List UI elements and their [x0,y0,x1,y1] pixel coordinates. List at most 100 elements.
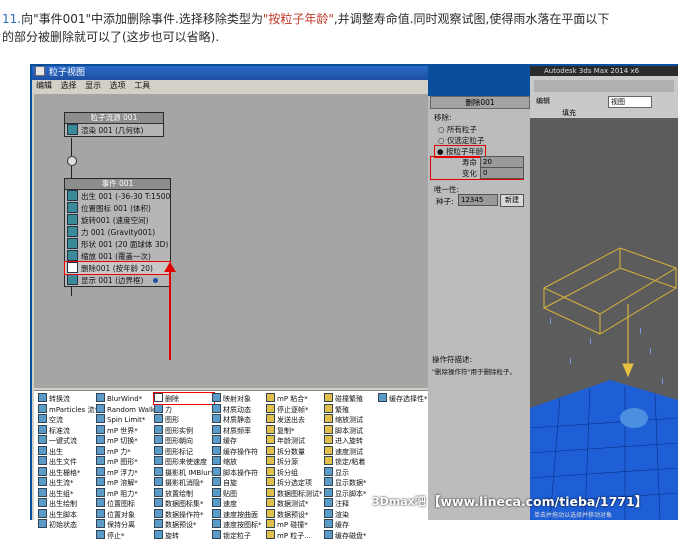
fill-tab[interactable]: 填充 [562,108,576,118]
event-row-delete[interactable]: 删除001 (按年龄 20) [64,261,171,275]
option-all-particles[interactable]: ○ 所有粒子 [438,124,477,135]
depot-item[interactable]: mParticles 流* [38,403,98,415]
depot-item[interactable]: 拆分源 [266,456,323,467]
depot-item[interactable]: 锁定粒子 [212,529,262,541]
depot-item[interactable]: 出生栅格* [38,466,98,478]
depot-item[interactable]: 停止逐帧* [266,403,323,415]
depot-item[interactable]: 旋转 [154,529,214,541]
depot-item[interactable]: 脚本操作符 [212,466,262,478]
depot-item[interactable]: 停止* [96,529,158,541]
depot-item[interactable]: 复制* [266,424,323,436]
event-row-position[interactable]: 位置图标 001 (体积) [65,202,170,214]
depot-item[interactable]: mP 世界* [96,424,158,436]
depot-item[interactable]: 材质静态 [212,414,262,425]
depot-item[interactable]: 材质动态 [212,403,262,415]
seed-spinner[interactable]: 12345 [458,194,498,206]
depot-item[interactable]: mP 阻力* [96,487,158,499]
depot-item[interactable]: 速度按曲面 [212,508,262,520]
depot-item[interactable]: mP 碰撞* [266,519,323,530]
depot-item[interactable]: mP 粒子... [266,529,323,541]
depot-item[interactable]: Random Walk* [96,403,158,415]
depot-item[interactable]: 出生流* [38,477,98,488]
depot-item[interactable]: 数据测试* [266,498,323,509]
depot-item[interactable]: 数据预设* [266,508,323,520]
depot-item[interactable]: 拆分选定项 [266,477,323,488]
event-row-rotation[interactable]: 旋转001 (速度空间) [65,214,170,226]
depot-item[interactable]: 图形实例 [154,424,214,436]
depot-item[interactable]: 缩放 [212,456,262,467]
viewport-scene[interactable]: 单击并拖动以选择并移动对象 [530,118,678,520]
depot-item[interactable]: BlurWind* [96,393,158,404]
menu-options[interactable]: 选项 [110,81,126,90]
depot-item[interactable]: 贴图 [212,487,262,499]
new-seed-button[interactable]: 新建 [500,194,524,207]
depot-item[interactable]: 数据预设* [154,519,214,530]
depot-item[interactable]: 摄影机 IMBlur* [154,466,214,478]
particle-view-titlebar[interactable]: 粒子视图 [32,66,428,80]
depot-item[interactable]: mP 浮力* [96,466,158,478]
depot-item[interactable]: 缓存磁盘* [324,529,367,541]
depot-item[interactable]: 摄影机消隐* [154,477,214,488]
depot-item[interactable]: 图形朝向 [154,435,214,446]
depot-item[interactable]: 标准流 [38,424,98,436]
depot-item[interactable]: 转换流 [38,393,98,404]
depot-item[interactable]: 注释 [324,498,367,509]
depot-item[interactable]: 年龄测试 [266,435,323,446]
depot-item[interactable]: mP 切换* [96,435,158,446]
source-node-row[interactable]: 渲染 001 (几何体) [65,124,163,136]
depot-item[interactable]: 锁定/粘着 [324,456,367,467]
menu-select[interactable]: 选择 [61,81,77,90]
depot-item[interactable]: 缓存选择性* [378,393,428,404]
depot-item[interactable]: 出生组* [38,487,98,499]
event-row-force[interactable]: 力 001 (Gravity001) [65,226,170,238]
depot-item[interactable]: 拆分数量 [266,445,323,457]
properties-header[interactable]: 删除001 [430,96,530,109]
event-row-scale[interactable]: 缩放 001 (覆盖一次) [65,250,170,262]
depot-item[interactable]: 繁殖 [324,403,367,415]
depot-item[interactable]: 显示脚本* [324,487,367,499]
depot-item[interactable]: 显示 [324,466,367,478]
depot-item[interactable]: Spin Limit* [96,414,158,425]
depot-item[interactable]: 速度 [212,498,262,509]
variation-spinner[interactable]: 0 [480,167,524,179]
output-socket[interactable] [67,156,77,166]
depot-item[interactable]: 一键式流 [38,435,98,446]
depot-item[interactable]: 映射对象 [212,393,262,404]
depot-item[interactable]: 力 [154,403,214,415]
depot-item[interactable]: 图形标记 [154,445,214,457]
depot-item[interactable]: mP 粘合* [266,393,323,404]
depot-item[interactable]: 显示数据* [324,477,367,488]
depot-item[interactable]: 位置对象 [96,508,158,520]
depot-item[interactable]: 碰撞繁殖 [324,393,367,404]
depot-item[interactable]: 数据图标测试* [266,487,323,499]
depot-item[interactable]: 放置绘制 [154,487,214,499]
depot-item[interactable]: 数据操作符* [154,508,214,520]
depot-item[interactable]: 缓存 [324,519,367,530]
depot-item[interactable]: mP 溶解* [96,477,158,488]
depot-item[interactable]: 渲染 [324,508,367,520]
depot-item[interactable]: 缩放测试 [324,414,367,425]
depot-item[interactable]: 空流 [38,414,98,425]
menu-tools[interactable]: 工具 [134,81,150,90]
depot-item[interactable]: 缓存 [212,435,262,446]
source-node[interactable]: 粒子流源 001 渲染 001 (几何体) [64,112,164,137]
depot-item[interactable]: 拆分组 [266,466,323,478]
event-node[interactable]: 事件 001 出生 001 (-36-30 T:1500) 位置图标 001 (… [64,178,171,287]
depot-item[interactable]: 图形来使速度 [154,456,214,467]
depot-item[interactable]: 数据图标集* [154,498,214,509]
menu-display[interactable]: 显示 [85,81,101,90]
depot-item[interactable]: 缓存操作符 [212,445,262,457]
event-row-display[interactable]: 显示 001 (边界框) [65,274,170,286]
view-dropdown[interactable]: 视图 [608,96,652,108]
edit-label[interactable]: 编辑 [536,96,550,106]
event-row-shape[interactable]: 形状 001 (20 面球体 3D) [65,238,170,250]
depot-item-delete[interactable]: 删除 [153,392,215,405]
depot-item[interactable]: 材质频率 [212,424,262,436]
depot-item[interactable]: 发送出去 [266,414,323,425]
depot-item[interactable]: 速度测试 [324,445,367,457]
event-row-birth[interactable]: 出生 001 (-36-30 T:1500) [65,190,170,202]
depot-item[interactable]: 图形 [154,414,214,425]
depot-item[interactable]: 出生 [38,445,98,457]
depot-item[interactable]: 进入旋转 [324,435,367,446]
menu-edit[interactable]: 编辑 [36,81,52,90]
